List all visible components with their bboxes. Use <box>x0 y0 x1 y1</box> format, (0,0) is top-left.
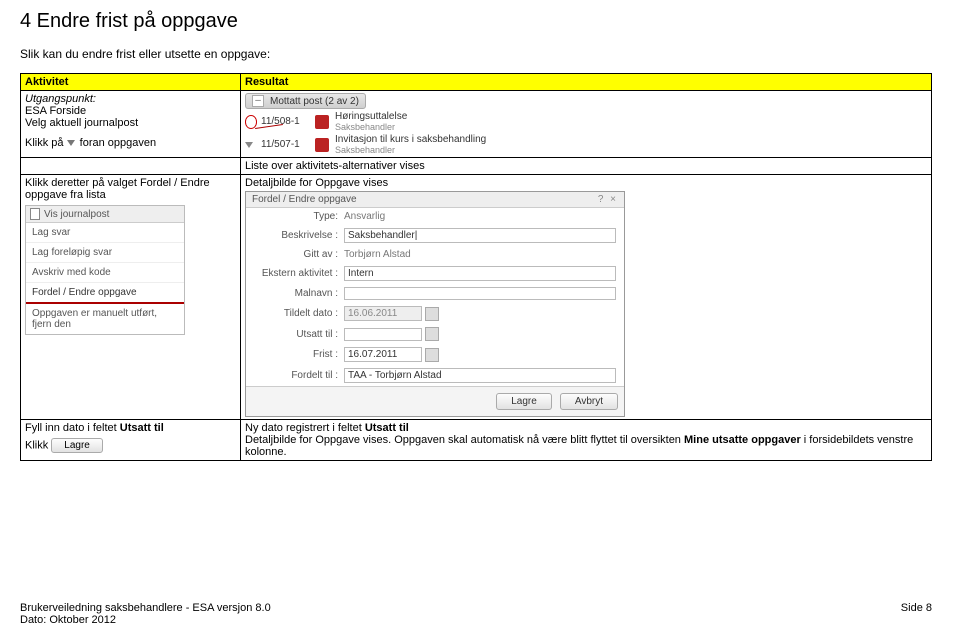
fordelt-input[interactable]: TAA - Torbjørn Alstad <box>344 368 616 383</box>
calendar-icon[interactable] <box>425 307 439 321</box>
page-footer: Brukerveiledning saksbehandlere - ESA ve… <box>20 602 932 626</box>
footer-title: Brukerveiledning saksbehandlere - ESA ve… <box>20 602 271 614</box>
type-value: Ansvarlig <box>344 211 385 222</box>
row1-activity: Utgangspunkt: ESA Forside Velg aktuell j… <box>21 91 241 158</box>
pdf-icon[interactable] <box>315 115 329 129</box>
malnavn-input[interactable] <box>344 287 616 300</box>
document-icon <box>30 208 40 220</box>
dropdown-arrow-icon[interactable] <box>245 142 253 148</box>
row3-result: Detaljbilde for Oppgave vises Fordel / E… <box>241 175 932 420</box>
jp-sub: Saksbehandler <box>335 122 595 132</box>
menu-item-avskriv[interactable]: Avskriv med kode <box>26 263 184 283</box>
fordelt-label: Fordelt til : <box>254 370 344 381</box>
lagre-button-inline[interactable]: Lagre <box>51 438 103 453</box>
calendar-icon[interactable] <box>425 348 439 362</box>
gitt-av-value: Torbjørn Alstad <box>344 249 411 260</box>
klikk-pa-text: Klikk på foran oppgaven <box>25 137 236 149</box>
malnavn-label: Malnavn : <box>254 288 344 299</box>
selected-marker-icon <box>245 115 257 129</box>
utgangspunkt-label: Utgangspunkt: <box>25 93 236 105</box>
ekstern-label: Ekstern aktivitet : <box>254 268 344 279</box>
type-label: Type: <box>254 211 344 222</box>
col-resultat: Resultat <box>241 74 932 91</box>
mottatt-post-bar[interactable]: – Mottatt post (2 av 2) <box>245 93 366 109</box>
beskrivelse-input[interactable]: Saksbehandler| <box>344 228 616 243</box>
row4-activity: Fyll inn dato i feltet Utsatt til Klikk … <box>21 420 241 461</box>
velg-journalpost: Velg aktuell journalpost <box>25 117 236 129</box>
menu-item-manuelt-utfort[interactable]: Oppgaven er manuelt utført, fjern den <box>26 304 184 334</box>
utsatt-input[interactable] <box>344 328 422 341</box>
row3-activity: Klikk deretter på valget Fordel / Endre … <box>21 175 241 420</box>
page-heading: 4 Endre frist på oppgave <box>20 10 932 33</box>
jp-sub: Saksbehandler <box>335 145 595 155</box>
pdf-icon[interactable] <box>315 138 329 152</box>
avbryt-button[interactable]: Avbryt <box>560 393 618 410</box>
fordel-endre-dialog: Fordel / Endre oppgave ? × Type:Ansvarli… <box>245 191 625 417</box>
beskrivelse-label: Beskrivelse : <box>254 230 344 241</box>
jp-title[interactable]: Høringsuttalelse <box>335 111 595 122</box>
row4-result: Ny dato registrert i feltet Utsatt til D… <box>241 420 932 461</box>
jp-title[interactable]: Invitasjon til kurs i saksbehandling <box>335 134 595 145</box>
menu-item-fordel-endre[interactable]: Fordel / Endre oppgave <box>26 283 184 304</box>
frist-input[interactable]: 16.07.2011 <box>344 347 422 362</box>
context-menu: Vis journalpost Lag svar Lag foreløpig s… <box>25 205 185 335</box>
col-aktivitet: Aktivitet <box>21 74 241 91</box>
journalpost-list: 11/508-1 Høringsuttalelse Saksbehandler … <box>245 111 927 155</box>
frist-label: Frist : <box>254 349 344 360</box>
menu-item-lag-forelopig[interactable]: Lag foreløpig svar <box>26 243 184 263</box>
dialog-title: Fordel / Endre oppgave <box>252 194 357 205</box>
page-subheading: Slik kan du endre frist eller utsette en… <box>20 47 932 61</box>
jp-id[interactable]: 11/508-1 <box>261 116 315 127</box>
jp-id[interactable]: 11/507-1 <box>261 139 315 150</box>
calendar-icon[interactable] <box>425 327 439 341</box>
gitt-av-label: Gitt av : <box>254 249 344 260</box>
menu-item-lag-svar[interactable]: Lag svar <box>26 223 184 243</box>
lagre-button[interactable]: Lagre <box>496 393 552 410</box>
menu-title[interactable]: Vis journalpost <box>26 206 184 223</box>
dropdown-arrow-icon <box>67 140 75 146</box>
expand-icon[interactable]: – <box>252 95 264 107</box>
row1-result: – Mottatt post (2 av 2) 11/508-1 Hørings… <box>241 91 932 158</box>
tildelt-label: Tildelt dato : <box>254 308 344 319</box>
ekstern-input[interactable]: Intern <box>344 266 616 281</box>
row2-activity <box>21 158 241 175</box>
tildelt-input: 16.06.2011 <box>344 306 422 321</box>
row2-result: Liste over aktivitets-alternativer vises <box>241 158 932 175</box>
esa-forside: ESA Forside <box>25 105 236 117</box>
mottatt-post-label: Mottatt post (2 av 2) <box>270 96 359 107</box>
dialog-help-close-icons[interactable]: ? × <box>598 194 618 205</box>
footer-date: Dato: Oktober 2012 <box>20 614 271 626</box>
steps-table: Aktivitet Resultat Utgangspunkt: ESA For… <box>20 73 932 461</box>
footer-page: Side 8 <box>901 602 932 626</box>
utsatt-label: Utsatt til : <box>254 329 344 340</box>
